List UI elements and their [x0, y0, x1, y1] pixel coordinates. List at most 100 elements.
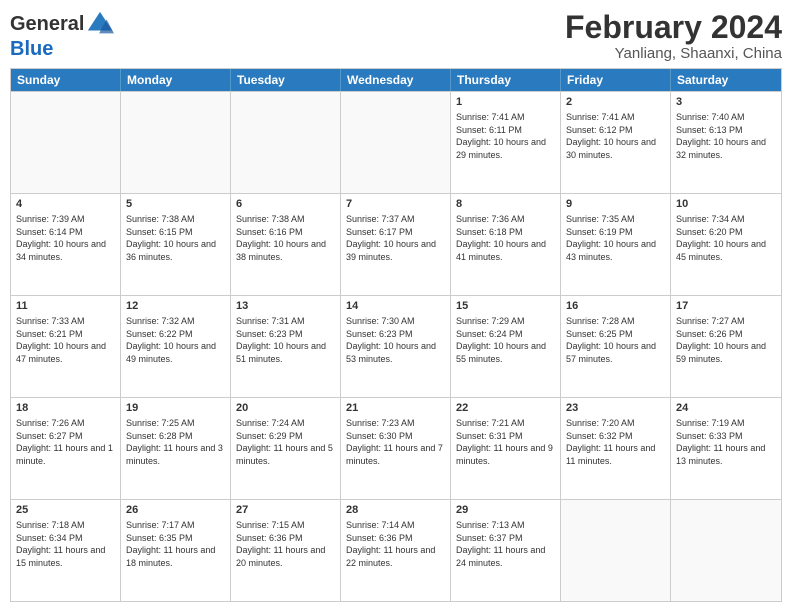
calendar-cell-empty — [11, 92, 121, 193]
day-number: 2 — [566, 95, 665, 110]
calendar-cell-day-8: 8Sunrise: 7:36 AMSunset: 6:18 PMDaylight… — [451, 194, 561, 295]
cell-info: Sunrise: 7:14 AMSunset: 6:36 PMDaylight:… — [346, 519, 445, 569]
title-section: February 2024 Yanliang, Shaanxi, China — [565, 10, 782, 62]
calendar-cell-day-3: 3Sunrise: 7:40 AMSunset: 6:13 PMDaylight… — [671, 92, 781, 193]
cell-info: Sunrise: 7:41 AMSunset: 6:11 PMDaylight:… — [456, 111, 555, 161]
logo-blue-text: Blue — [10, 38, 53, 61]
cell-info: Sunrise: 7:21 AMSunset: 6:31 PMDaylight:… — [456, 417, 555, 467]
day-number: 27 — [236, 503, 335, 518]
calendar-cell-day-23: 23Sunrise: 7:20 AMSunset: 6:32 PMDayligh… — [561, 398, 671, 499]
calendar-cell-day-6: 6Sunrise: 7:38 AMSunset: 6:16 PMDaylight… — [231, 194, 341, 295]
calendar-cell-day-4: 4Sunrise: 7:39 AMSunset: 6:14 PMDaylight… — [11, 194, 121, 295]
calendar-cell-day-5: 5Sunrise: 7:38 AMSunset: 6:15 PMDaylight… — [121, 194, 231, 295]
cell-info: Sunrise: 7:24 AMSunset: 6:29 PMDaylight:… — [236, 417, 335, 467]
calendar-cell-day-17: 17Sunrise: 7:27 AMSunset: 6:26 PMDayligh… — [671, 296, 781, 397]
calendar-cell-empty — [341, 92, 451, 193]
calendar-cell-day-18: 18Sunrise: 7:26 AMSunset: 6:27 PMDayligh… — [11, 398, 121, 499]
day-number: 5 — [126, 197, 225, 212]
cell-info: Sunrise: 7:34 AMSunset: 6:20 PMDaylight:… — [676, 213, 776, 263]
day-number: 1 — [456, 95, 555, 110]
day-number: 23 — [566, 401, 665, 416]
day-number: 26 — [126, 503, 225, 518]
calendar-row-4: 25Sunrise: 7:18 AMSunset: 6:34 PMDayligh… — [11, 499, 781, 601]
cell-info: Sunrise: 7:26 AMSunset: 6:27 PMDaylight:… — [16, 417, 115, 467]
calendar-header-friday: Friday — [561, 69, 671, 91]
calendar-row-3: 18Sunrise: 7:26 AMSunset: 6:27 PMDayligh… — [11, 397, 781, 499]
cell-info: Sunrise: 7:23 AMSunset: 6:30 PMDaylight:… — [346, 417, 445, 467]
day-number: 13 — [236, 299, 335, 314]
logo-icon — [86, 10, 114, 38]
day-number: 7 — [346, 197, 445, 212]
calendar-cell-day-28: 28Sunrise: 7:14 AMSunset: 6:36 PMDayligh… — [341, 500, 451, 601]
calendar: SundayMondayTuesdayWednesdayThursdayFrid… — [10, 68, 782, 602]
calendar-cell-day-12: 12Sunrise: 7:32 AMSunset: 6:22 PMDayligh… — [121, 296, 231, 397]
calendar-header-monday: Monday — [121, 69, 231, 91]
calendar-cell-day-21: 21Sunrise: 7:23 AMSunset: 6:30 PMDayligh… — [341, 398, 451, 499]
cell-info: Sunrise: 7:41 AMSunset: 6:12 PMDaylight:… — [566, 111, 665, 161]
day-number: 16 — [566, 299, 665, 314]
calendar-header-thursday: Thursday — [451, 69, 561, 91]
calendar-cell-day-14: 14Sunrise: 7:30 AMSunset: 6:23 PMDayligh… — [341, 296, 451, 397]
calendar-cell-day-1: 1Sunrise: 7:41 AMSunset: 6:11 PMDaylight… — [451, 92, 561, 193]
calendar-header-sunday: Sunday — [11, 69, 121, 91]
calendar-cell-empty — [121, 92, 231, 193]
cell-info: Sunrise: 7:39 AMSunset: 6:14 PMDaylight:… — [16, 213, 115, 263]
cell-info: Sunrise: 7:17 AMSunset: 6:35 PMDaylight:… — [126, 519, 225, 569]
calendar-header-wednesday: Wednesday — [341, 69, 451, 91]
day-number: 6 — [236, 197, 335, 212]
calendar-row-1: 4Sunrise: 7:39 AMSunset: 6:14 PMDaylight… — [11, 193, 781, 295]
cell-info: Sunrise: 7:18 AMSunset: 6:34 PMDaylight:… — [16, 519, 115, 569]
day-number: 8 — [456, 197, 555, 212]
day-number: 3 — [676, 95, 776, 110]
calendar-cell-empty — [561, 500, 671, 601]
cell-info: Sunrise: 7:37 AMSunset: 6:17 PMDaylight:… — [346, 213, 445, 263]
calendar-cell-day-29: 29Sunrise: 7:13 AMSunset: 6:37 PMDayligh… — [451, 500, 561, 601]
calendar-header: SundayMondayTuesdayWednesdayThursdayFrid… — [11, 69, 781, 91]
calendar-cell-day-25: 25Sunrise: 7:18 AMSunset: 6:34 PMDayligh… — [11, 500, 121, 601]
cell-info: Sunrise: 7:25 AMSunset: 6:28 PMDaylight:… — [126, 417, 225, 467]
logo-general-text: General — [10, 13, 84, 36]
cell-info: Sunrise: 7:28 AMSunset: 6:25 PMDaylight:… — [566, 315, 665, 365]
calendar-cell-day-27: 27Sunrise: 7:15 AMSunset: 6:36 PMDayligh… — [231, 500, 341, 601]
day-number: 24 — [676, 401, 776, 416]
day-number: 11 — [16, 299, 115, 314]
cell-info: Sunrise: 7:19 AMSunset: 6:33 PMDaylight:… — [676, 417, 776, 467]
calendar-cell-empty — [671, 500, 781, 601]
day-number: 20 — [236, 401, 335, 416]
day-number: 18 — [16, 401, 115, 416]
day-number: 22 — [456, 401, 555, 416]
cell-info: Sunrise: 7:40 AMSunset: 6:13 PMDaylight:… — [676, 111, 776, 161]
cell-info: Sunrise: 7:27 AMSunset: 6:26 PMDaylight:… — [676, 315, 776, 365]
page: General Blue February 2024 Yanliang, Sha… — [0, 0, 792, 612]
day-number: 10 — [676, 197, 776, 212]
calendar-cell-day-13: 13Sunrise: 7:31 AMSunset: 6:23 PMDayligh… — [231, 296, 341, 397]
cell-info: Sunrise: 7:38 AMSunset: 6:16 PMDaylight:… — [236, 213, 335, 263]
day-number: 14 — [346, 299, 445, 314]
day-number: 9 — [566, 197, 665, 212]
cell-info: Sunrise: 7:20 AMSunset: 6:32 PMDaylight:… — [566, 417, 665, 467]
cell-info: Sunrise: 7:36 AMSunset: 6:18 PMDaylight:… — [456, 213, 555, 263]
calendar-header-saturday: Saturday — [671, 69, 781, 91]
calendar-cell-day-7: 7Sunrise: 7:37 AMSunset: 6:17 PMDaylight… — [341, 194, 451, 295]
day-number: 15 — [456, 299, 555, 314]
calendar-cell-day-9: 9Sunrise: 7:35 AMSunset: 6:19 PMDaylight… — [561, 194, 671, 295]
header: General Blue February 2024 Yanliang, Sha… — [10, 10, 782, 62]
cell-info: Sunrise: 7:33 AMSunset: 6:21 PMDaylight:… — [16, 315, 115, 365]
day-number: 29 — [456, 503, 555, 518]
calendar-cell-day-16: 16Sunrise: 7:28 AMSunset: 6:25 PMDayligh… — [561, 296, 671, 397]
calendar-cell-day-2: 2Sunrise: 7:41 AMSunset: 6:12 PMDaylight… — [561, 92, 671, 193]
cell-info: Sunrise: 7:30 AMSunset: 6:23 PMDaylight:… — [346, 315, 445, 365]
calendar-cell-day-19: 19Sunrise: 7:25 AMSunset: 6:28 PMDayligh… — [121, 398, 231, 499]
calendar-cell-day-15: 15Sunrise: 7:29 AMSunset: 6:24 PMDayligh… — [451, 296, 561, 397]
calendar-row-0: 1Sunrise: 7:41 AMSunset: 6:11 PMDaylight… — [11, 91, 781, 193]
calendar-cell-empty — [231, 92, 341, 193]
cell-info: Sunrise: 7:35 AMSunset: 6:19 PMDaylight:… — [566, 213, 665, 263]
location: Yanliang, Shaanxi, China — [565, 45, 782, 62]
day-number: 21 — [346, 401, 445, 416]
cell-info: Sunrise: 7:13 AMSunset: 6:37 PMDaylight:… — [456, 519, 555, 569]
day-number: 17 — [676, 299, 776, 314]
day-number: 12 — [126, 299, 225, 314]
cell-info: Sunrise: 7:32 AMSunset: 6:22 PMDaylight:… — [126, 315, 225, 365]
day-number: 19 — [126, 401, 225, 416]
month-year: February 2024 — [565, 10, 782, 45]
